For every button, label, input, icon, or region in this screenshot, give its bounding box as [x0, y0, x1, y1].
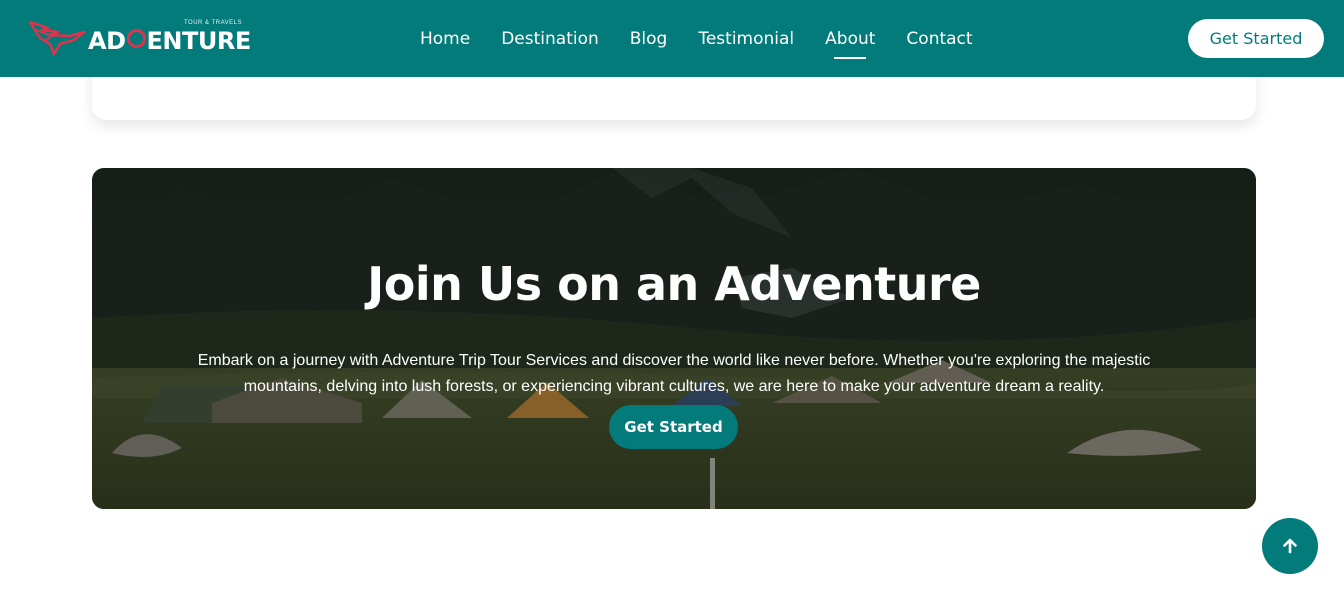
logo-ring-icon	[126, 29, 146, 48]
nav-destination[interactable]: Destination	[501, 29, 599, 49]
main-nav: Home Destination Blog Testimonial About …	[420, 0, 1004, 77]
header-get-started-button[interactable]: Get Started	[1188, 19, 1324, 58]
arrow-up-icon	[1283, 538, 1297, 554]
brand-logo[interactable]: TOUR & TRAVELS AD ENTURE	[28, 14, 251, 62]
scroll-to-top-button[interactable]	[1262, 518, 1318, 574]
logo-wordmark-start: AD	[88, 27, 126, 55]
nav-blog[interactable]: Blog	[630, 29, 668, 49]
banner-description: Embark on a journey with Adventure Trip …	[197, 352, 1151, 395]
logo-wordmark-end: ENTURE	[146, 27, 252, 55]
logo-tagline: TOUR & TRAVELS	[184, 20, 243, 26]
nav-home[interactable]: Home	[420, 29, 470, 49]
mountain-camp-photo	[92, 168, 1256, 509]
nav-testimonial[interactable]: Testimonial	[698, 29, 794, 49]
banner-get-started-button[interactable]: Get Started	[609, 405, 738, 449]
site-header: TOUR & TRAVELS AD ENTURE Home Destination…	[0, 0, 1344, 77]
banner-title: Join Us on an Adventure	[367, 256, 981, 311]
nav-about[interactable]: About	[825, 29, 875, 59]
logo-wordmark: AD ENTURE	[88, 27, 251, 55]
eagle-logo-icon	[28, 20, 86, 56]
join-adventure-banner: Join Us on an Adventure Embark on a jour…	[92, 168, 1256, 509]
nav-contact[interactable]: Contact	[906, 29, 972, 49]
